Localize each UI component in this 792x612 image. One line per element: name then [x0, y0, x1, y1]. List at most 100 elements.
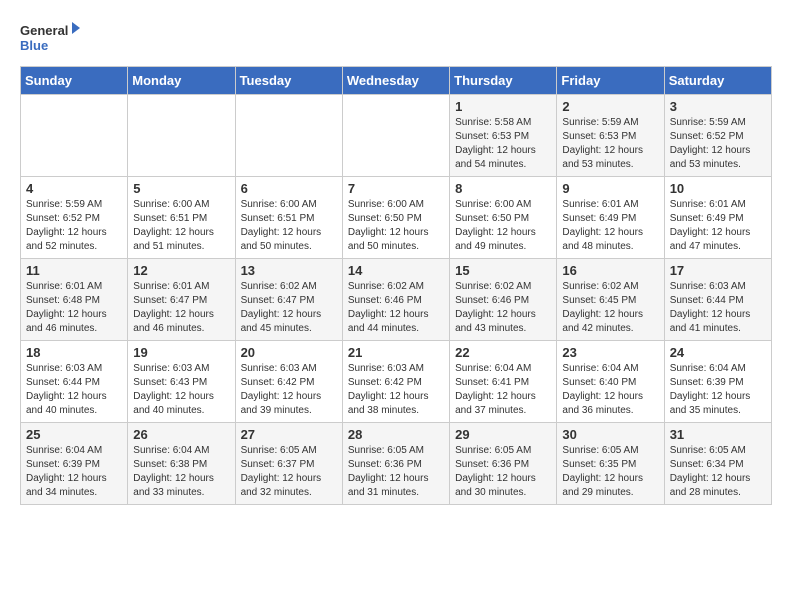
weekday-header-wednesday: Wednesday — [342, 67, 449, 95]
calendar-cell: 18 Sunrise: 6:03 AM Sunset: 6:44 PM Dayli… — [21, 341, 128, 423]
calendar-cell: 27Sunrise: 6:05 AM Sunset: 6:37 PM Dayli… — [235, 423, 342, 505]
calendar-cell: 28 Sunrise: 6:05 AM Sunset: 6:36 PM Dayli… — [342, 423, 449, 505]
day-number: 31 — [670, 427, 766, 442]
cell-details: Sunrise: 5:59 AM Sunset: 6:52 PM Dayligh… — [26, 198, 122, 254]
calendar-cell: 31 Sunrise: 6:05 AM Sunset: 6:34 PM Dayli… — [664, 423, 771, 505]
calendar-cell — [128, 95, 235, 177]
calendar-week-row: 25Sunrise: 6:04 AM Sunset: 6:39 PM Dayli… — [21, 423, 772, 505]
calendar-cell: 20 Sunrise: 6:03 AM Sunset: 6:42 PM Dayli… — [235, 341, 342, 423]
calendar-cell: 19 Sunrise: 6:03 AM Sunset: 6:43 PM Dayli… — [128, 341, 235, 423]
day-number: 29 — [455, 427, 551, 442]
cell-details: Sunrise: 6:04 AM Sunset: 6:39 PM Dayligh… — [670, 362, 766, 418]
calendar-cell: 5 Sunrise: 6:00 AM Sunset: 6:51 PM Daylig… — [128, 177, 235, 259]
day-number: 18 — [26, 345, 122, 360]
day-number: 5 — [133, 181, 229, 196]
calendar-cell: 16 Sunrise: 6:02 AM Sunset: 6:45 PM Dayli… — [557, 259, 664, 341]
day-number: 27 — [241, 427, 337, 442]
day-number: 22 — [455, 345, 551, 360]
logo-svg: General Blue — [20, 20, 80, 56]
cell-details: Sunrise: 6:02 AM Sunset: 6:45 PM Dayligh… — [562, 280, 658, 336]
day-number: 17 — [670, 263, 766, 278]
cell-details: Sunrise: 6:00 AM Sunset: 6:50 PM Dayligh… — [455, 198, 551, 254]
cell-details: Sunrise: 6:03 AM Sunset: 6:43 PM Dayligh… — [133, 362, 229, 418]
calendar-cell: 2 Sunrise: 5:59 AM Sunset: 6:53 PM Daylig… — [557, 95, 664, 177]
cell-details: Sunrise: 6:05 AM Sunset: 6:36 PM Dayligh… — [348, 444, 444, 500]
calendar-cell: 26 Sunrise: 6:04 AM Sunset: 6:38 PM Dayli… — [128, 423, 235, 505]
weekday-header-thursday: Thursday — [450, 67, 557, 95]
calendar-cell: 17 Sunrise: 6:03 AM Sunset: 6:44 PM Dayli… — [664, 259, 771, 341]
weekday-header-tuesday: Tuesday — [235, 67, 342, 95]
cell-details: Sunrise: 5:58 AM Sunset: 6:53 PM Dayligh… — [455, 116, 551, 172]
day-number: 24 — [670, 345, 766, 360]
cell-details: Sunrise: 6:03 AM Sunset: 6:44 PM Dayligh… — [26, 362, 122, 418]
calendar-cell: 21Sunrise: 6:03 AM Sunset: 6:42 PM Dayli… — [342, 341, 449, 423]
calendar-week-row: 4Sunrise: 5:59 AM Sunset: 6:52 PM Daylig… — [21, 177, 772, 259]
day-number: 14 — [348, 263, 444, 278]
day-number: 20 — [241, 345, 337, 360]
day-number: 13 — [241, 263, 337, 278]
calendar-cell: 22 Sunrise: 6:04 AM Sunset: 6:41 PM Dayli… — [450, 341, 557, 423]
weekday-header-friday: Friday — [557, 67, 664, 95]
day-number: 8 — [455, 181, 551, 196]
calendar-cell: 1 Sunrise: 5:58 AM Sunset: 6:53 PM Daylig… — [450, 95, 557, 177]
cell-details: Sunrise: 6:01 AM Sunset: 6:48 PM Dayligh… — [26, 280, 122, 336]
calendar-table: SundayMondayTuesdayWednesdayThursdayFrid… — [20, 66, 772, 505]
day-number: 30 — [562, 427, 658, 442]
day-number: 15 — [455, 263, 551, 278]
cell-details: Sunrise: 6:02 AM Sunset: 6:47 PM Dayligh… — [241, 280, 337, 336]
cell-details: Sunrise: 6:02 AM Sunset: 6:46 PM Dayligh… — [455, 280, 551, 336]
cell-details: Sunrise: 6:04 AM Sunset: 6:39 PM Dayligh… — [26, 444, 122, 500]
day-number: 6 — [241, 181, 337, 196]
cell-details: Sunrise: 6:04 AM Sunset: 6:41 PM Dayligh… — [455, 362, 551, 418]
svg-text:Blue: Blue — [20, 38, 48, 53]
cell-details: Sunrise: 6:04 AM Sunset: 6:38 PM Dayligh… — [133, 444, 229, 500]
day-number: 3 — [670, 99, 766, 114]
calendar-cell: 4Sunrise: 5:59 AM Sunset: 6:52 PM Daylig… — [21, 177, 128, 259]
cell-details: Sunrise: 6:03 AM Sunset: 6:44 PM Dayligh… — [670, 280, 766, 336]
calendar-cell: 24 Sunrise: 6:04 AM Sunset: 6:39 PM Dayli… — [664, 341, 771, 423]
cell-details: Sunrise: 5:59 AM Sunset: 6:53 PM Dayligh… — [562, 116, 658, 172]
day-number: 16 — [562, 263, 658, 278]
day-number: 23 — [562, 345, 658, 360]
cell-details: Sunrise: 6:04 AM Sunset: 6:40 PM Dayligh… — [562, 362, 658, 418]
cell-details: Sunrise: 6:03 AM Sunset: 6:42 PM Dayligh… — [348, 362, 444, 418]
logo: General Blue — [20, 20, 80, 56]
weekday-header-sunday: Sunday — [21, 67, 128, 95]
day-number: 11 — [26, 263, 122, 278]
cell-details: Sunrise: 6:00 AM Sunset: 6:51 PM Dayligh… — [241, 198, 337, 254]
day-number: 2 — [562, 99, 658, 114]
calendar-cell: 10Sunrise: 6:01 AM Sunset: 6:49 PM Dayli… — [664, 177, 771, 259]
calendar-cell: 3Sunrise: 5:59 AM Sunset: 6:52 PM Daylig… — [664, 95, 771, 177]
day-number: 19 — [133, 345, 229, 360]
page-header: General Blue — [20, 20, 772, 56]
day-number: 10 — [670, 181, 766, 196]
day-number: 9 — [562, 181, 658, 196]
calendar-cell: 11 Sunrise: 6:01 AM Sunset: 6:48 PM Dayli… — [21, 259, 128, 341]
svg-text:General: General — [20, 23, 68, 38]
calendar-cell: 6 Sunrise: 6:00 AM Sunset: 6:51 PM Daylig… — [235, 177, 342, 259]
calendar-cell: 13 Sunrise: 6:02 AM Sunset: 6:47 PM Dayli… — [235, 259, 342, 341]
cell-details: Sunrise: 6:03 AM Sunset: 6:42 PM Dayligh… — [241, 362, 337, 418]
calendar-cell — [342, 95, 449, 177]
weekday-header-saturday: Saturday — [664, 67, 771, 95]
calendar-cell: 23 Sunrise: 6:04 AM Sunset: 6:40 PM Dayli… — [557, 341, 664, 423]
cell-details: Sunrise: 6:00 AM Sunset: 6:51 PM Dayligh… — [133, 198, 229, 254]
day-number: 1 — [455, 99, 551, 114]
day-number: 26 — [133, 427, 229, 442]
day-number: 7 — [348, 181, 444, 196]
day-number: 12 — [133, 263, 229, 278]
day-number: 28 — [348, 427, 444, 442]
cell-details: Sunrise: 6:00 AM Sunset: 6:50 PM Dayligh… — [348, 198, 444, 254]
calendar-week-row: 1 Sunrise: 5:58 AM Sunset: 6:53 PM Daylig… — [21, 95, 772, 177]
calendar-cell: 14 Sunrise: 6:02 AM Sunset: 6:46 PM Dayli… — [342, 259, 449, 341]
weekday-header-row: SundayMondayTuesdayWednesdayThursdayFrid… — [21, 67, 772, 95]
cell-details: Sunrise: 6:05 AM Sunset: 6:34 PM Dayligh… — [670, 444, 766, 500]
calendar-cell: 25Sunrise: 6:04 AM Sunset: 6:39 PM Dayli… — [21, 423, 128, 505]
calendar-cell — [21, 95, 128, 177]
weekday-header-monday: Monday — [128, 67, 235, 95]
cell-details: Sunrise: 6:05 AM Sunset: 6:35 PM Dayligh… — [562, 444, 658, 500]
cell-details: Sunrise: 6:01 AM Sunset: 6:49 PM Dayligh… — [562, 198, 658, 254]
calendar-cell: 30 Sunrise: 6:05 AM Sunset: 6:35 PM Dayli… — [557, 423, 664, 505]
calendar-week-row: 18 Sunrise: 6:03 AM Sunset: 6:44 PM Dayli… — [21, 341, 772, 423]
cell-details: Sunrise: 6:02 AM Sunset: 6:46 PM Dayligh… — [348, 280, 444, 336]
